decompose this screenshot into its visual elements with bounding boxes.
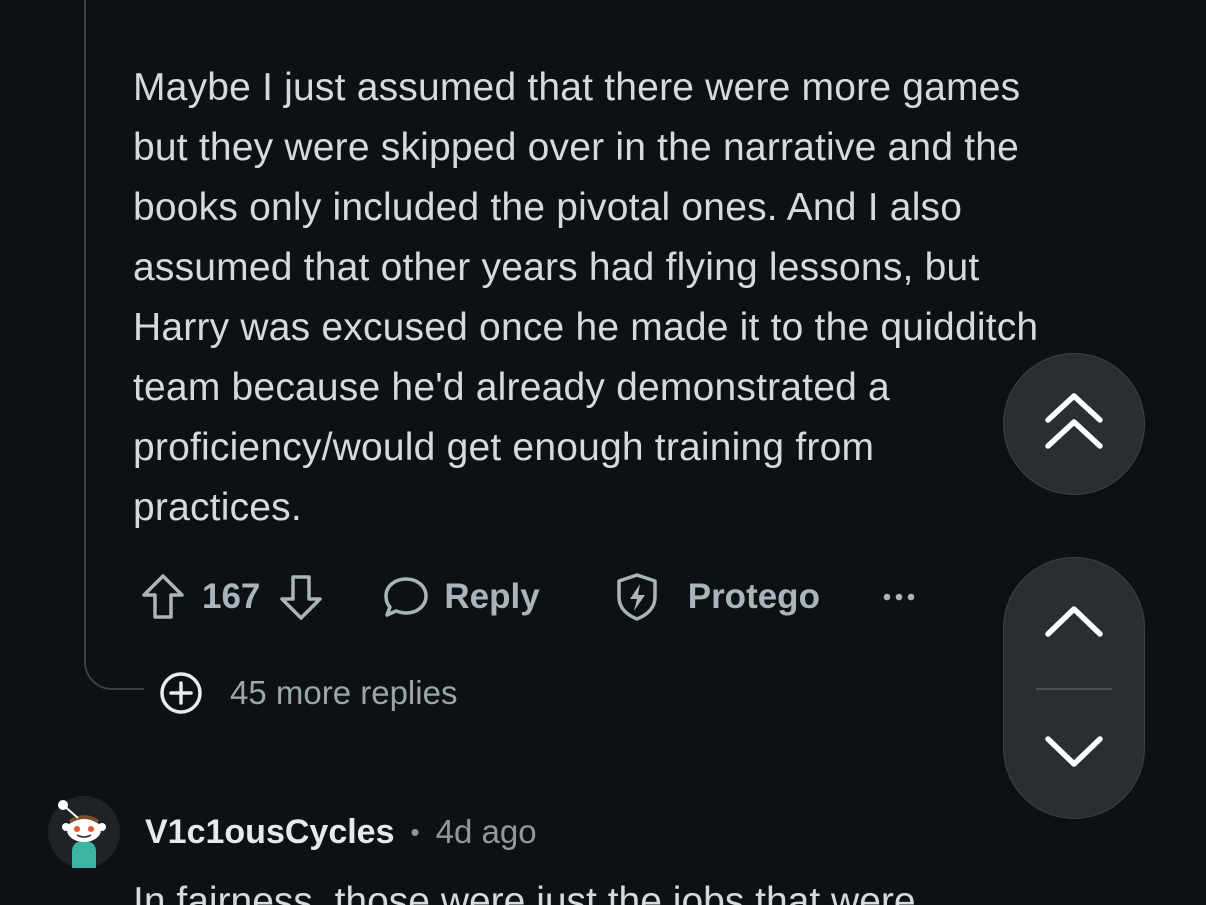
ellipsis-icon bbox=[882, 592, 916, 602]
chevron-down-icon bbox=[1044, 735, 1104, 774]
plus-circle-icon bbox=[158, 670, 204, 716]
meta-separator: • bbox=[410, 816, 420, 847]
double-chevron-up-icon bbox=[1044, 390, 1104, 459]
reply-button[interactable]: Reply bbox=[382, 574, 540, 620]
shield-bolt-icon bbox=[614, 571, 660, 623]
avatar[interactable] bbox=[48, 796, 120, 868]
comment-action-bar: 167 Reply Protego bbox=[140, 566, 916, 628]
comment-body: Maybe I just assumed that there were mor… bbox=[133, 58, 1143, 538]
comment-line: books only included the pivotal ones. An… bbox=[133, 186, 963, 229]
comment-line: Maybe I just assumed that there were mor… bbox=[133, 66, 1021, 109]
more-replies-button[interactable]: 45 more replies bbox=[158, 670, 457, 716]
comment-line: proficiency/would get enough training fr… bbox=[133, 426, 875, 469]
next-comment-body: In fairness, those were just the jobs th… bbox=[133, 880, 916, 905]
vote-score: 167 bbox=[202, 577, 261, 616]
more-options-button[interactable] bbox=[882, 592, 916, 602]
comment-navigation-control bbox=[1003, 557, 1145, 819]
comment-line: practices. bbox=[133, 486, 302, 529]
comment-line: team because he'd already demonstrated a bbox=[133, 366, 890, 409]
comment-line: assumed that other years had flying less… bbox=[133, 246, 980, 289]
chevron-up-icon bbox=[1044, 604, 1104, 643]
previous-comment-button[interactable] bbox=[1004, 558, 1144, 688]
thread-line bbox=[84, 0, 86, 660]
protego-button[interactable]: Protego bbox=[614, 571, 820, 623]
speech-bubble-icon bbox=[382, 574, 430, 620]
downvote-icon[interactable] bbox=[278, 572, 324, 622]
vote-group: 167 bbox=[140, 572, 324, 622]
comment-author-username[interactable]: V1c1ousCycles bbox=[145, 813, 395, 852]
next-comment-button[interactable] bbox=[1004, 689, 1144, 819]
scroll-to-top-button[interactable] bbox=[1003, 353, 1145, 495]
comment-line: Harry was excused once he made it to the… bbox=[133, 306, 1039, 349]
thread-branch-connector bbox=[84, 646, 144, 690]
comment-line: but they were skipped over in the narrat… bbox=[133, 126, 1020, 169]
more-replies-label: 45 more replies bbox=[230, 674, 458, 711]
protego-label: Protego bbox=[687, 577, 820, 616]
next-comment-header: V1c1ousCycles • 4d ago bbox=[48, 796, 537, 868]
upvote-icon[interactable] bbox=[140, 572, 186, 622]
comment-timestamp: 4d ago bbox=[435, 813, 537, 850]
reply-label: Reply bbox=[444, 577, 540, 616]
snoo-avatar-icon bbox=[48, 796, 120, 868]
